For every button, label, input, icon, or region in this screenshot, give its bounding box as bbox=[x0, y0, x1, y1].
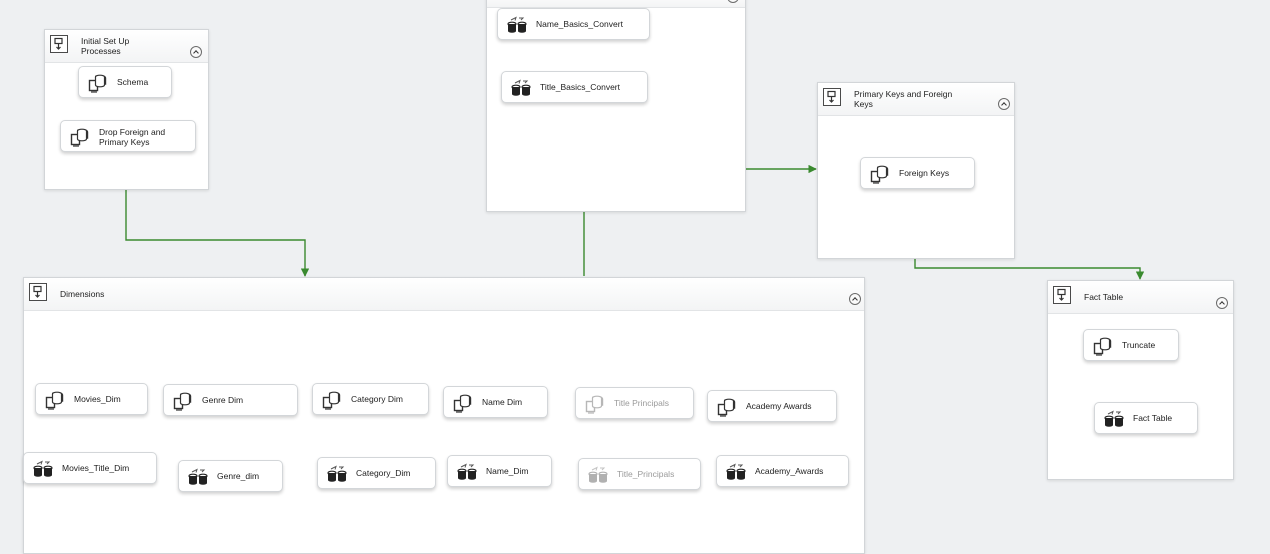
execute-sql-task-icon bbox=[584, 394, 606, 414]
collapse-button[interactable] bbox=[727, 0, 739, 3]
container-title: Dimensions bbox=[60, 289, 105, 299]
task-drop-foreign-primary-keys[interactable]: Drop Foreign and Primary Keys bbox=[60, 120, 196, 152]
container-header: Primary Keys and Foreign Keys bbox=[818, 83, 1014, 116]
data-flow-task-icon bbox=[456, 462, 478, 482]
task-name-dim[interactable]: Name Dim bbox=[443, 386, 548, 418]
execute-sql-task-icon bbox=[716, 397, 738, 417]
task-label: Movies_Title_Dim bbox=[62, 463, 130, 473]
sequence-container-icon bbox=[1053, 286, 1071, 304]
execute-sql-task-icon bbox=[44, 390, 66, 410]
task-label: Genre_dim bbox=[217, 471, 260, 481]
task-genre-dim[interactable]: Genre Dim bbox=[163, 384, 298, 416]
task-label: Foreign Keys bbox=[899, 168, 950, 178]
collapse-button[interactable] bbox=[1216, 297, 1228, 309]
container-title: Fact Table bbox=[1084, 292, 1124, 302]
container-header: Initial Set Up Processes bbox=[45, 30, 208, 63]
sequence-container-icon bbox=[29, 283, 47, 301]
task-academy-awards[interactable]: Academy Awards bbox=[707, 390, 837, 422]
sequence-container-icon bbox=[823, 88, 841, 106]
task-label: Category_Dim bbox=[356, 468, 411, 478]
execute-sql-task-icon bbox=[1092, 336, 1114, 356]
task-category-dim[interactable]: Category Dim bbox=[312, 383, 429, 415]
data-flow-task-icon bbox=[587, 465, 609, 485]
execute-sql-task-icon bbox=[452, 393, 474, 413]
container-header bbox=[487, 0, 745, 8]
collapse-button[interactable] bbox=[998, 98, 1010, 110]
execute-sql-task-icon bbox=[321, 390, 343, 410]
data-flow-task-icon bbox=[510, 78, 532, 98]
container-fact-table[interactable]: Fact Table bbox=[1047, 280, 1234, 480]
data-flow-task-icon bbox=[32, 459, 54, 479]
container-initial-setup[interactable]: Initial Set Up Processes bbox=[44, 29, 209, 190]
container-header: Dimensions bbox=[24, 278, 864, 311]
precedence-constraint-primary-foreign-to-fact-table[interactable] bbox=[914, 258, 1145, 280]
collapse-button[interactable] bbox=[849, 293, 861, 305]
task-label: Title_Principals bbox=[617, 469, 675, 479]
task-truncate[interactable]: Truncate bbox=[1083, 329, 1179, 361]
data-flow-task-icon bbox=[187, 467, 209, 487]
container-header: Fact Table bbox=[1048, 281, 1233, 314]
sequence-container-icon bbox=[50, 35, 68, 53]
task-label: Name_Basics_Convert bbox=[536, 19, 623, 29]
task-label: Name Dim bbox=[482, 397, 523, 407]
collapse-button[interactable] bbox=[190, 46, 202, 58]
task-label: Title Principals bbox=[614, 398, 669, 408]
task-label: Truncate bbox=[1122, 340, 1156, 350]
task-name-dim-dataflow[interactable]: Name_Dim bbox=[447, 455, 552, 487]
container-title: Initial Set Up Processes bbox=[81, 36, 130, 56]
task-label: Name_Dim bbox=[486, 466, 529, 476]
execute-sql-task-icon bbox=[87, 73, 109, 93]
task-foreign-keys[interactable]: Foreign Keys bbox=[860, 157, 975, 189]
task-label: Genre Dim bbox=[202, 395, 244, 405]
task-label: Drop Foreign and Primary Keys bbox=[99, 127, 166, 147]
precedence-constraint-initial-to-dimensions[interactable] bbox=[125, 189, 310, 277]
task-fact-table[interactable]: Fact Table bbox=[1094, 402, 1198, 434]
task-title-basics-convert[interactable]: Title_Basics_Convert bbox=[501, 71, 648, 103]
task-label: Category Dim bbox=[351, 394, 403, 404]
task-title-principals[interactable]: Title Principals bbox=[575, 387, 694, 419]
execute-sql-task-icon bbox=[69, 127, 91, 147]
data-flow-task-icon bbox=[725, 462, 747, 482]
execute-sql-task-icon bbox=[172, 391, 194, 411]
task-label: Fact Table bbox=[1133, 413, 1173, 423]
task-label: Title_Basics_Convert bbox=[540, 82, 620, 92]
task-category-dim-dataflow[interactable]: Category_Dim bbox=[317, 457, 436, 489]
task-movies-title-dim[interactable]: Movies_Title_Dim bbox=[23, 452, 157, 484]
data-flow-task-icon bbox=[1103, 409, 1125, 429]
task-label: Academy_Awards bbox=[755, 466, 824, 476]
task-label: Schema bbox=[117, 77, 149, 87]
task-genre-dim-dataflow[interactable]: Genre_dim bbox=[178, 460, 283, 492]
task-name-basics-convert[interactable]: Name_Basics_Convert bbox=[497, 8, 650, 40]
task-title-principals-dataflow[interactable]: Title_Principals bbox=[578, 458, 701, 490]
container-title: Primary Keys and Foreign Keys bbox=[854, 89, 953, 109]
task-label: Academy Awards bbox=[746, 401, 812, 411]
data-flow-task-icon bbox=[326, 464, 348, 484]
task-label: Movies_Dim bbox=[74, 394, 121, 404]
data-flow-task-icon bbox=[506, 15, 528, 35]
execute-sql-task-icon bbox=[869, 164, 891, 184]
task-movies-dim[interactable]: Movies_Dim bbox=[35, 383, 148, 415]
task-schema[interactable]: Schema bbox=[78, 66, 172, 98]
task-academy-awards-dataflow[interactable]: Academy_Awards bbox=[716, 455, 849, 487]
